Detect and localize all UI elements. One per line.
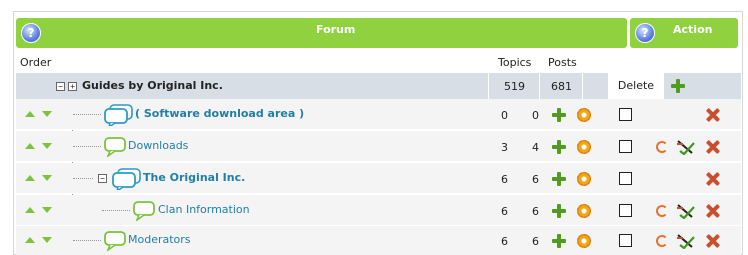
topics-count: 6 xyxy=(501,205,508,218)
permissions-icon[interactable] xyxy=(676,139,696,155)
posts-count: 0 xyxy=(532,109,539,122)
posts-count: 6 xyxy=(532,173,539,186)
forum-row: ( Software download area ) 0 0 xyxy=(16,99,741,130)
delete-icon[interactable] xyxy=(706,172,720,186)
sync-icon[interactable] xyxy=(656,235,668,247)
move-down-icon[interactable] xyxy=(42,237,52,243)
forum-name-link[interactable]: The Original Inc. xyxy=(143,171,245,184)
forum-icon xyxy=(104,137,126,157)
move-up-icon[interactable] xyxy=(25,143,35,149)
move-up-icon[interactable] xyxy=(25,237,35,243)
move-down-icon[interactable] xyxy=(42,207,52,213)
add-subforum-icon[interactable] xyxy=(552,172,566,186)
expand-toggle-icon[interactable]: + xyxy=(68,82,77,91)
posts-column-header: Posts xyxy=(548,56,577,69)
move-up-icon[interactable] xyxy=(25,111,35,117)
forum-name-link[interactable]: Downloads xyxy=(128,139,188,152)
order-column-header: Order xyxy=(20,56,52,69)
collapse-toggle-icon[interactable]: − xyxy=(56,82,65,91)
permissions-icon[interactable] xyxy=(676,203,696,219)
move-down-icon[interactable] xyxy=(42,111,52,117)
help-icon[interactable]: ? xyxy=(635,23,655,43)
action-header-title: Action xyxy=(673,23,713,36)
delete-checkbox[interactable] xyxy=(619,172,632,185)
category-posts-count: 681 xyxy=(551,80,572,93)
delete-column-header: Delete xyxy=(608,73,664,99)
topics-count: 6 xyxy=(501,235,508,248)
topics-count: 3 xyxy=(501,141,508,154)
move-up-icon[interactable] xyxy=(25,207,35,213)
settings-gear-icon[interactable] xyxy=(577,140,591,154)
forum-name-link[interactable]: ( Software download area ) xyxy=(135,107,304,120)
forum-icon xyxy=(104,231,126,251)
permissions-icon[interactable] xyxy=(676,233,696,249)
topics-count: 0 xyxy=(501,109,508,122)
forum-group-icon xyxy=(104,104,133,126)
delete-checkbox[interactable] xyxy=(619,204,632,217)
posts-count: 6 xyxy=(532,205,539,218)
add-subforum-icon[interactable] xyxy=(552,204,566,218)
topics-column-header: Topics xyxy=(498,56,532,69)
delete-checkbox[interactable] xyxy=(619,234,632,247)
move-up-icon[interactable] xyxy=(25,175,35,181)
delete-icon[interactable] xyxy=(706,140,720,154)
move-down-icon[interactable] xyxy=(42,143,52,149)
sync-icon[interactable] xyxy=(656,205,668,217)
action-header-bar: ? Action xyxy=(630,18,738,48)
forum-header-title: Forum xyxy=(316,23,356,36)
forum-row: Downloads 3 4 xyxy=(16,131,741,162)
forum-header-bar: ? Forum xyxy=(16,18,627,48)
move-down-icon[interactable] xyxy=(42,175,52,181)
forum-name-link[interactable]: Clan Information xyxy=(158,203,250,216)
posts-count: 6 xyxy=(532,235,539,248)
delete-icon[interactable] xyxy=(706,108,720,122)
settings-gear-icon[interactable] xyxy=(577,172,591,186)
collapse-toggle-icon[interactable]: − xyxy=(98,174,107,183)
settings-gear-icon[interactable] xyxy=(577,234,591,248)
forum-row: Clan Information 6 6 xyxy=(16,195,741,226)
category-name[interactable]: Guides by Original Inc. xyxy=(82,79,223,92)
posts-count: 4 xyxy=(532,141,539,154)
add-subforum-icon[interactable] xyxy=(552,234,566,248)
delete-icon[interactable] xyxy=(706,234,720,248)
add-subforum-icon[interactable] xyxy=(552,108,566,122)
delete-checkbox[interactable] xyxy=(619,108,632,121)
delete-icon[interactable] xyxy=(706,204,720,218)
settings-gear-icon[interactable] xyxy=(577,204,591,218)
category-row: − + Guides by Original Inc. 519 681 Dele… xyxy=(16,73,741,99)
add-subforum-icon[interactable] xyxy=(552,140,566,154)
forum-icon xyxy=(133,201,155,221)
settings-gear-icon[interactable] xyxy=(577,108,591,122)
forum-name-link[interactable]: Moderators xyxy=(128,233,191,246)
topics-count: 6 xyxy=(501,173,508,186)
help-icon[interactable]: ? xyxy=(21,23,41,43)
delete-checkbox[interactable] xyxy=(619,140,632,153)
add-forum-icon[interactable] xyxy=(671,79,685,93)
forum-row: − The Original Inc. 6 6 xyxy=(16,163,741,194)
sync-icon[interactable] xyxy=(656,141,668,153)
category-topics-count: 519 xyxy=(504,80,525,93)
forum-row: Moderators 6 6 xyxy=(16,226,741,255)
forum-group-icon xyxy=(112,168,141,190)
